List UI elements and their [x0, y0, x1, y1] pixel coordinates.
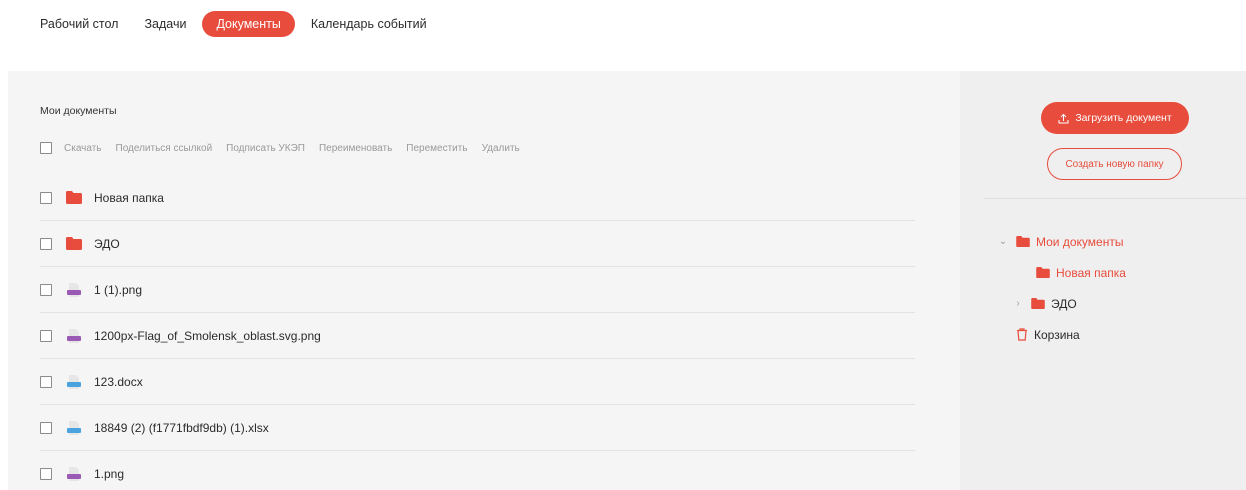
row-name: 1200px-Flag_of_Smolensk_oblast.svg.png — [94, 328, 321, 343]
tree-item-new-folder[interactable]: Новая папка — [998, 257, 1126, 288]
documents-list: Новая папка ЭДО 1 (1).png 1200px-Flag_of… — [40, 175, 915, 490]
tab-tasks[interactable]: Задачи — [134, 11, 196, 37]
folder-icon — [66, 237, 82, 251]
png-file-icon — [66, 328, 82, 343]
upload-label: Загрузить документ — [1075, 112, 1172, 124]
page-title: Мои документы — [40, 105, 117, 117]
delete-action[interactable]: Удалить — [482, 143, 520, 154]
list-item[interactable]: 123.docx — [40, 359, 915, 405]
actions-toolbar: Скачать Поделиться ссылкой Подписать УКЭ… — [40, 142, 534, 154]
row-name: 18849 (2) (f1771fbdf9db) (1).xlsx — [94, 420, 269, 435]
row-checkbox[interactable] — [40, 468, 52, 480]
row-checkbox[interactable] — [40, 329, 52, 342]
tab-desktop[interactable]: Рабочий стол — [40, 11, 128, 37]
folder-tree: ⌄ Мои документы Новая папка › ЭДО Корзин… — [998, 226, 1126, 350]
png-file-icon — [66, 467, 82, 481]
list-item[interactable]: 1.png — [40, 451, 915, 490]
share-link-action[interactable]: Поделиться ссылкой — [116, 143, 213, 154]
divider — [984, 198, 1246, 199]
select-all-checkbox[interactable] — [40, 142, 52, 154]
row-checkbox[interactable] — [40, 375, 52, 388]
move-action[interactable]: Переместить — [406, 143, 467, 154]
tab-documents[interactable]: Документы — [202, 11, 295, 37]
row-name: Новая папка — [94, 190, 164, 205]
tree-item-label: ЭДО — [1051, 296, 1077, 311]
folder-icon — [1016, 236, 1030, 247]
list-item[interactable]: 1200px-Flag_of_Smolensk_oblast.svg.png — [40, 313, 915, 359]
folder-icon — [1031, 298, 1045, 309]
trash-icon — [1016, 328, 1028, 341]
download-action[interactable]: Скачать — [64, 143, 102, 154]
sign-action[interactable]: Подписать УКЭП — [226, 143, 305, 154]
folder-icon — [1036, 267, 1050, 278]
row-name: 123.docx — [94, 374, 143, 389]
folder-icon — [66, 191, 82, 205]
upload-icon — [1058, 113, 1069, 123]
list-item[interactable]: 18849 (2) (f1771fbdf9db) (1).xlsx — [40, 405, 915, 451]
row-checkbox[interactable] — [40, 191, 52, 204]
tree-item-trash[interactable]: Корзина — [998, 319, 1126, 350]
upload-document-button[interactable]: Загрузить документ — [1041, 102, 1189, 134]
top-nav: Рабочий стол Задачи Документы Календарь … — [40, 10, 443, 38]
row-checkbox[interactable] — [40, 237, 52, 250]
documents-panel: Мои документы Скачать Поделиться ссылкой… — [8, 71, 960, 490]
list-item[interactable]: 1 (1).png — [40, 267, 915, 313]
list-item[interactable]: Новая папка — [40, 175, 915, 221]
tree-item-label: Новая папка — [1056, 265, 1126, 280]
list-item[interactable]: ЭДО — [40, 221, 915, 267]
row-name: ЭДО — [94, 236, 120, 251]
tree-item-label: Мои документы — [1036, 234, 1124, 249]
tree-item-my-documents[interactable]: ⌄ Мои документы — [998, 226, 1126, 257]
tree-item-label: Корзина — [1034, 327, 1080, 342]
tree-item-edo[interactable]: › ЭДО — [998, 288, 1126, 319]
rename-action[interactable]: Переименовать — [319, 143, 392, 154]
row-checkbox[interactable] — [40, 283, 52, 296]
create-folder-button[interactable]: Создать новую папку — [1047, 148, 1182, 180]
side-panel: Загрузить документ Создать новую папку ⌄… — [960, 71, 1246, 490]
row-name: 1.png — [94, 467, 125, 481]
tab-calendar[interactable]: Календарь событий — [301, 11, 437, 37]
row-name: 1 (1).png — [94, 282, 143, 297]
xlsx-file-icon — [66, 420, 82, 435]
docx-file-icon — [66, 374, 82, 389]
chevron-right-icon[interactable]: › — [1013, 298, 1023, 309]
row-checkbox[interactable] — [40, 421, 52, 434]
chevron-down-icon[interactable]: ⌄ — [998, 236, 1008, 247]
png-file-icon — [66, 282, 82, 297]
